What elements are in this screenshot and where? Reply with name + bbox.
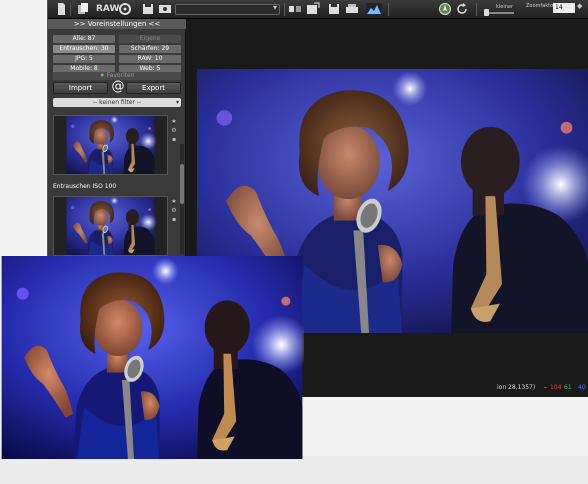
slider-label: kleiner [496, 4, 514, 10]
red-value: 104 [550, 384, 562, 391]
chip-denoise[interactable]: Entrauschen: 30 [53, 45, 115, 53]
dropdown-arrow-icon: ▾ [272, 3, 277, 12]
thumbnail-actions: ★ ⚙ ▪ [170, 197, 178, 224]
export-icon[interactable] [306, 2, 320, 16]
green-value: 61 [564, 384, 572, 391]
toolbar-divider [476, 3, 477, 16]
zoom-input[interactable]: 14 [553, 3, 575, 13]
size-slider-handle[interactable] [484, 9, 489, 16]
new-file-icon[interactable] [56, 2, 66, 16]
export-button[interactable]: Export [126, 82, 181, 94]
star-icon[interactable]: ★ [170, 117, 178, 126]
toolbar-divider [388, 3, 389, 16]
refresh-icon[interactable] [456, 2, 468, 16]
import-button[interactable]: Import [53, 82, 108, 94]
preset-thumbnail[interactable] [53, 115, 168, 175]
favorites-label: Favoriten [106, 72, 135, 79]
original-photo [0, 256, 304, 459]
scrollbar-thumb[interactable] [180, 164, 184, 204]
toolbar: RAW ▾ kleiner Zoomfaktor 14 ◆ [48, 0, 588, 19]
navigator-icon[interactable] [438, 2, 452, 16]
thumbnail-image [54, 197, 167, 255]
preset-dropdown[interactable]: ▾ [175, 3, 280, 15]
preset-title: Entrauschen ISO 100 [53, 183, 117, 190]
filter-select[interactable]: -- keinen filter -- ▾ [53, 98, 181, 107]
chip-raw[interactable]: RAW: 10 [119, 55, 181, 63]
panel-scrollbar[interactable] [180, 144, 184, 254]
raw-button[interactable]: RAW [96, 2, 119, 16]
screenshot-stage: RAW ▾ kleiner Zoomfaktor 14 ◆ >> Voreins… [0, 0, 588, 484]
compare-icon[interactable] [288, 2, 302, 16]
filter-value: -- keinen filter -- [92, 99, 142, 106]
chip-jpg[interactable]: JPG: 5 [53, 55, 115, 63]
panel-header[interactable]: >> Voreinstellungen << [48, 19, 186, 29]
thumbnail-image [54, 116, 167, 174]
toolbar-divider [284, 3, 285, 16]
settings-icon[interactable] [118, 2, 132, 16]
status-dash: – [544, 384, 547, 391]
print-icon[interactable] [345, 2, 359, 16]
chevron-down-icon: ▾ [175, 99, 179, 106]
save-icon[interactable] [142, 2, 154, 16]
photo-icon[interactable] [158, 2, 172, 16]
before-image-overlay [0, 256, 304, 459]
email-at-button[interactable]: @ [111, 79, 125, 95]
chip-sharpen[interactable]: Schärfen: 29 [119, 45, 181, 53]
preset-thumbnail[interactable] [53, 196, 168, 256]
chip-all[interactable]: Alle: 87 [53, 35, 115, 43]
histogram-icon[interactable] [366, 2, 382, 16]
save-icon[interactable] [328, 2, 340, 16]
zoom-label: Zoomfaktor [526, 3, 556, 9]
copy-icon[interactable] [76, 2, 90, 16]
star-icon: ★ [99, 72, 105, 79]
toolbar-divider [70, 3, 71, 16]
trash-icon[interactable]: ▪ [170, 215, 178, 224]
star-icon[interactable]: ★ [170, 197, 178, 206]
trash-icon[interactable]: ▪ [170, 135, 178, 144]
settings-icon[interactable]: ⚙ [170, 206, 178, 215]
settings-icon[interactable]: ⚙ [170, 126, 178, 135]
zoom-stepper[interactable]: ◆ [577, 2, 582, 10]
cursor-position: ion 28,1357) [497, 384, 536, 391]
blue-value: 40 [578, 384, 586, 391]
page-footer-band [0, 456, 588, 484]
thumbnail-actions: ★ ⚙ ▪ [170, 117, 178, 144]
chip-own[interactable]: Eigene [119, 35, 181, 43]
